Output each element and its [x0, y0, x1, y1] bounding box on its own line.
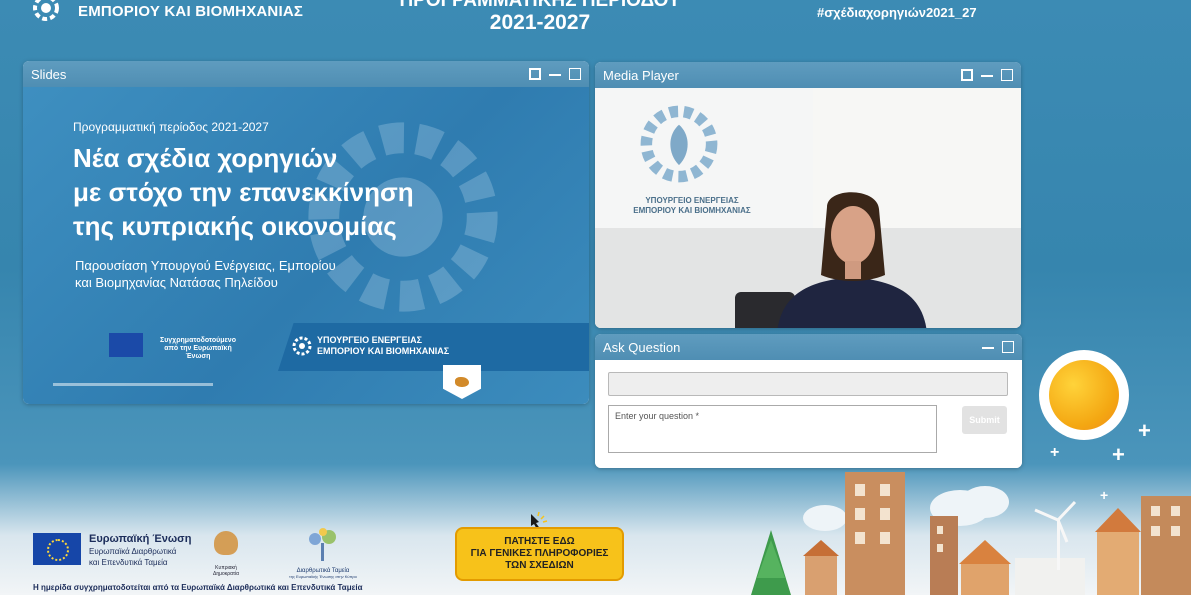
ministry-gear-icon — [33, 0, 59, 21]
eu-subtitle-line1: Ευρωπαϊκά Διαρθρωτικά — [89, 547, 177, 556]
slide-headline: Νέα σχέδια χορηγιών με στόχο την επανεκκ… — [73, 141, 493, 243]
cyprus-republic-label: Κυπριακή Δημοκρατία — [213, 565, 239, 577]
slide-eu-caption-line2: από την Ευρωπαϊκή — [164, 345, 232, 352]
slide-canvas: Προγραμματική περίοδος 2021-2027 Νέα σχέ… — [23, 87, 589, 404]
expand-icon[interactable] — [529, 68, 541, 80]
speaker-figure — [777, 192, 927, 328]
video-frame[interactable]: ΥΠΟΥΡΓΕΙΟ ΕΝΕΡΓΕΙΑΣ ΕΜΠΟΡΙΟΥ ΚΑΙ ΒΙΟΜΗΧΑ… — [595, 88, 1021, 328]
header-ministry-name: ΕΜΠΟΡΙΟΥ ΚΑΙ ΒΙΟΜΗΧΑΝΙΑΣ — [78, 2, 304, 20]
funds-tree-icon — [309, 528, 336, 561]
cyprus-crest-icon — [443, 365, 481, 399]
cloud-icon — [803, 486, 1009, 531]
sparkle-icon: + — [1138, 418, 1151, 443]
asker-name-field[interactable] — [608, 372, 1008, 396]
maximize-icon[interactable] — [1002, 341, 1014, 353]
eu-flag-icon — [109, 333, 143, 357]
media-player-window: Media Player ΥΠΟΥΡΓΕΙΟ ΕΝΕΡΓΕΙΑΣ ΕΜΠΟΡΙΟ… — [595, 62, 1021, 328]
expand-icon[interactable] — [961, 69, 973, 81]
slide-subtitle-line1: Παρουσίαση Υπουργού Ενέργειας, Εμπορίου — [75, 258, 336, 273]
header-ministry-logo: ΕΜΠΟΡΙΟΥ ΚΑΙ ΒΙΟΜΗΧΑΝΙΑΣ — [28, 0, 303, 24]
slide-footer-line — [53, 383, 213, 386]
header-hashtag: #σχέδιαχορηγιών2021_27 — [817, 5, 977, 20]
ask-question-form: Submit — [595, 360, 1022, 468]
ask-question-title: Ask Question — [603, 339, 681, 355]
media-player-title: Media Player — [603, 67, 679, 83]
eu-title: Ευρωπαϊκή Ένωση — [89, 533, 192, 545]
eu-funds-logo: Ευρωπαϊκή Ένωση Ευρωπαϊκά Διαρθρωτικά κα… — [33, 533, 191, 567]
slides-window-title: Slides — [31, 66, 67, 82]
eu-subtitle-line2: και Επενδυτικά Ταμεία — [89, 558, 168, 567]
cyprus-emblem-icon — [214, 531, 238, 555]
maximize-icon[interactable] — [569, 68, 581, 80]
tree-icon — [751, 530, 791, 595]
minimize-icon[interactable] — [981, 69, 993, 81]
slide-ministry-line2: ΕΜΠΟΡΙΟΥ ΚΑΙ ΒΙΟΜΗΧΑΝΙΑΣ — [317, 346, 450, 356]
minimize-icon[interactable] — [549, 68, 561, 80]
info-button-line1: ΠΑΤΗΣΤΕ ΕΔΩ — [504, 536, 575, 547]
header-title-line2: 2021-2027 — [489, 11, 591, 34]
media-player-titlebar[interactable]: Media Player — [595, 62, 1021, 88]
ask-question-window: Ask Question Submit — [595, 334, 1022, 468]
ask-question-titlebar[interactable]: Ask Question — [595, 334, 1022, 360]
slides-titlebar[interactable]: Slides — [23, 61, 589, 87]
info-button-line3: ΤΩΝ ΣΧΕΔΙΩΝ — [505, 560, 574, 571]
slide-eu-caption-line1: Συγχρηματοδοτούμενο — [160, 337, 236, 344]
video-wall-logo-line2: ΕΜΠΟΡΙΟΥ ΚΑΙ ΒΙΟΜΗΧΑΝΙΑΣ — [633, 206, 751, 215]
slide-ministry-line1: ΥΠΟΥΡΓΕΙΟ ΕΝΕΡΓΕΙΑΣ — [317, 335, 422, 345]
slide-headline-line3: της κυπριακής οικονομίας — [73, 211, 397, 241]
slide-ministry-name: ΥΠΟΥΡΓΕΙΟ ΕΝΕΡΓΕΙΑΣ ΕΜΠΟΡΙΟΥ ΚΑΙ ΒΙΟΜΗΧΑ… — [317, 335, 449, 357]
sun-icon — [1039, 350, 1129, 440]
city-illustration — [751, 472, 1191, 595]
maximize-icon[interactable] — [1001, 69, 1013, 81]
slide-subtitle: Παρουσίαση Υπουργού Ενέργειας, Εμπορίου … — [75, 257, 375, 291]
slide-headline-line2: με στόχο την επανεκκίνηση — [73, 177, 414, 207]
eu-flag-icon — [33, 533, 81, 565]
ministry-gear-icon — [640, 105, 718, 183]
header-title: ΠΡΟΓΡΑΜΜΑΤΙΚΗΣ ΠΕΡΙΟΔΟΥ 2021-2027 — [370, 0, 710, 34]
slide-period: Προγραμματική περίοδος 2021-2027 — [73, 120, 269, 134]
ministry-gear-icon — [292, 336, 312, 356]
slide-eu-caption-line3: Ένωση — [185, 353, 211, 360]
question-input[interactable] — [608, 405, 937, 453]
info-button-line2: ΓΙΑ ΓΕΝΙΚΕΣ ΠΛΗΡΟΦΟΡΙΕΣ — [470, 548, 609, 559]
video-wall-logo-text: ΥΠΟΥΡΓΕΙΟ ΕΝΕΡΓΕΙΑΣ ΕΜΠΟΡΙΟΥ ΚΑΙ ΒΙΟΜΗΧΑ… — [617, 196, 767, 216]
cyprus-republic-logo: Κυπριακή Δημοκρατία — [206, 531, 246, 577]
general-info-button[interactable]: ΠΑΤΗΣΤΕ ΕΔΩ ΓΙΑ ΓΕΝΙΚΕΣ ΠΛΗΡΟΦΟΡΙΕΣ ΤΩΝ … — [455, 527, 624, 581]
slide-eu-caption: Συγχρηματοδοτούμενο από την Ευρωπαϊκή Έν… — [153, 337, 243, 361]
slide-headline-line1: Νέα σχέδια χορηγιών — [73, 143, 338, 173]
video-wall-logo-line1: ΥΠΟΥΡΓΕΙΟ ΕΝΕΡΓΕΙΑΣ — [645, 196, 739, 205]
minimize-icon[interactable] — [982, 341, 994, 353]
slides-window: Slides Προγραμματική περίοδος 2021-2027 … — [23, 61, 589, 404]
funds-label-line2: της Ευρωπαϊκής Ένωσης στην Κύπρο — [289, 574, 357, 579]
submit-button[interactable]: Submit — [962, 406, 1007, 434]
slide-subtitle-line2: και Βιομηχανίας Νατάσας Πηλείδου — [75, 275, 278, 290]
cofinance-note: Η ημερίδα συγχρηματοδοτείται από τα Ευρω… — [33, 583, 363, 592]
structural-funds-logo: Διαρθρωτικά Ταμεία της Ευρωπαϊκής Ένωσης… — [278, 527, 368, 579]
